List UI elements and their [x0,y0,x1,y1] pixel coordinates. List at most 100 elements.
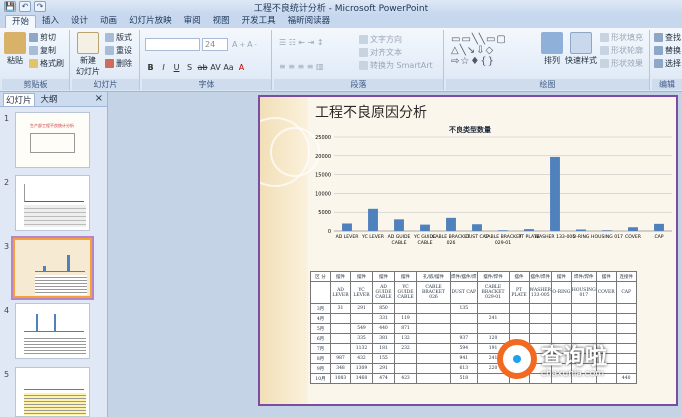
table-cell[interactable]: 987 [330,353,351,364]
change-case-icon[interactable]: Aa [223,62,234,73]
table-cell[interactable] [416,303,451,314]
table-cell[interactable] [476,303,510,314]
tab-animations[interactable]: 动画 [94,15,123,28]
table-cell[interactable] [416,373,451,384]
table-cell[interactable] [416,333,451,344]
table-cell[interactable] [350,313,373,324]
table-cell[interactable] [615,353,637,364]
table-cell[interactable]: 941 [450,353,478,364]
table-cell[interactable]: 摆件 [350,271,373,282]
font-name-dropdown[interactable] [145,38,200,51]
table-cell[interactable] [416,323,451,334]
table-cell[interactable] [570,313,597,324]
slide-thumbnail-4[interactable] [15,303,90,359]
font-color-icon[interactable]: A [236,62,247,73]
table-cell[interactable]: 291 [372,363,395,374]
table-cell[interactable]: 850 [372,303,395,314]
table-cell[interactable]: 10月 [310,373,331,384]
font-size-dropdown[interactable]: 24 [202,38,228,51]
table-cell[interactable] [615,343,637,354]
italic-icon[interactable]: I [158,62,169,73]
smartart-button[interactable]: 转换为 SmartArt [359,60,433,71]
underline-icon[interactable]: U [171,62,182,73]
table-cell[interactable]: YC LEVER [350,281,373,304]
table-cell[interactable] [508,303,530,314]
table-cell[interactable]: 335 [350,333,373,344]
table-cell[interactable]: 381 [372,333,395,344]
cut-button[interactable]: 剪切 [29,32,56,43]
table-cell[interactable]: 焊件/焊件 [570,271,597,282]
table-cell[interactable]: COVER [595,281,617,304]
table-cell[interactable]: 440 [372,323,395,334]
table-cell[interactable]: 549 [350,323,373,334]
shadow-icon[interactable]: S [184,62,195,73]
shape-fill-button[interactable]: 形状填充 [600,32,643,43]
table-cell[interactable]: 6月 [310,333,331,344]
table-cell[interactable] [528,323,552,334]
table-cell[interactable]: 1309 [350,363,373,374]
table-cell[interactable] [394,303,417,314]
table-cell[interactable]: 594 [450,343,478,354]
table-cell[interactable]: CAP [615,281,637,304]
table-cell[interactable]: 4月 [310,313,331,324]
table-cell[interactable]: 摆件 [394,271,417,282]
shape-outline-button[interactable]: 形状轮廓 [600,45,643,56]
align-text-button[interactable]: 对齐文本 [359,47,402,58]
table-cell[interactable] [310,281,331,304]
table-cell[interactable] [330,313,351,324]
table-cell[interactable]: 31 [330,303,351,314]
table-cell[interactable] [330,333,351,344]
table-cell[interactable]: 871 [394,323,417,334]
strikethrough-icon[interactable]: ab [197,62,208,73]
slide-thumbnail-3-selected[interactable] [11,236,94,300]
table-cell[interactable] [550,323,572,334]
copy-button[interactable]: 复制 [29,45,56,56]
table-cell[interactable] [450,323,478,334]
tab-slides[interactable]: 幻灯片 [3,92,35,106]
table-cell[interactable]: YC GUIDE CABLE [394,281,417,304]
table-cell[interactable]: 331 [372,313,395,324]
table-cell[interactable] [615,323,637,334]
table-cell[interactable]: HOUSING 017 [570,281,597,304]
tab-outline[interactable]: 大纲 [39,93,60,105]
table-cell[interactable]: PT PLATE [508,281,530,304]
table-cell[interactable] [550,303,572,314]
tab-review[interactable]: 审阅 [178,15,207,28]
table-cell[interactable]: AD GUIDE CABLE [372,281,395,304]
alignment-icons[interactable]: ≡ ≡ ≡ ≡ ▥ [279,62,324,71]
bold-icon[interactable]: B [145,62,156,73]
slide-thumbnail-5[interactable] [15,367,90,417]
table-cell[interactable] [595,323,617,334]
table-cell[interactable]: 132 [394,333,417,344]
table-cell[interactable] [394,353,417,364]
tab-view[interactable]: 视图 [207,15,236,28]
table-cell[interactable] [330,343,351,354]
table-cell[interactable] [615,333,637,344]
table-cell[interactable]: CABLE BRACKET 026 [416,281,451,304]
table-cell[interactable]: 1132 [350,343,373,354]
table-cell[interactable]: 155 [372,353,395,364]
table-cell[interactable]: 119 [394,313,417,324]
tab-developer[interactable]: 开发工具 [236,15,282,28]
table-cell[interactable]: 937 [450,333,478,344]
quick-styles-button[interactable]: 快速样式 [564,32,598,66]
table-cell[interactable]: 241 [476,313,510,324]
reset-button[interactable]: 重设 [105,45,132,56]
bullets-icon[interactable]: ☰ ☷ ⇤ ⇥ ↕ [279,38,324,47]
table-cell[interactable]: DUST CAP [450,281,478,304]
table-cell[interactable] [615,363,637,374]
delete-slide-button[interactable]: 删除 [105,58,132,69]
tab-design[interactable]: 设计 [65,15,94,28]
format-painter-button[interactable]: 格式刷 [29,58,64,69]
table-cell[interactable]: 摆件/焊件 [476,271,510,282]
table-cell[interactable] [416,313,451,324]
table-cell[interactable]: 1083 [330,373,351,384]
table-cell[interactable] [508,323,530,334]
table-cell[interactable] [394,363,417,374]
table-cell[interactable]: 摆件 [508,271,530,282]
table-cell[interactable]: 摆件/焊件 [528,271,552,282]
table-cell[interactable] [615,303,637,314]
table-cell[interactable] [416,363,451,374]
bar-chart[interactable]: 0 5000 10000 15000 20000 25000 AD LEVER YC LEVE… [300,133,678,269]
table-cell[interactable]: 474 [372,373,395,384]
